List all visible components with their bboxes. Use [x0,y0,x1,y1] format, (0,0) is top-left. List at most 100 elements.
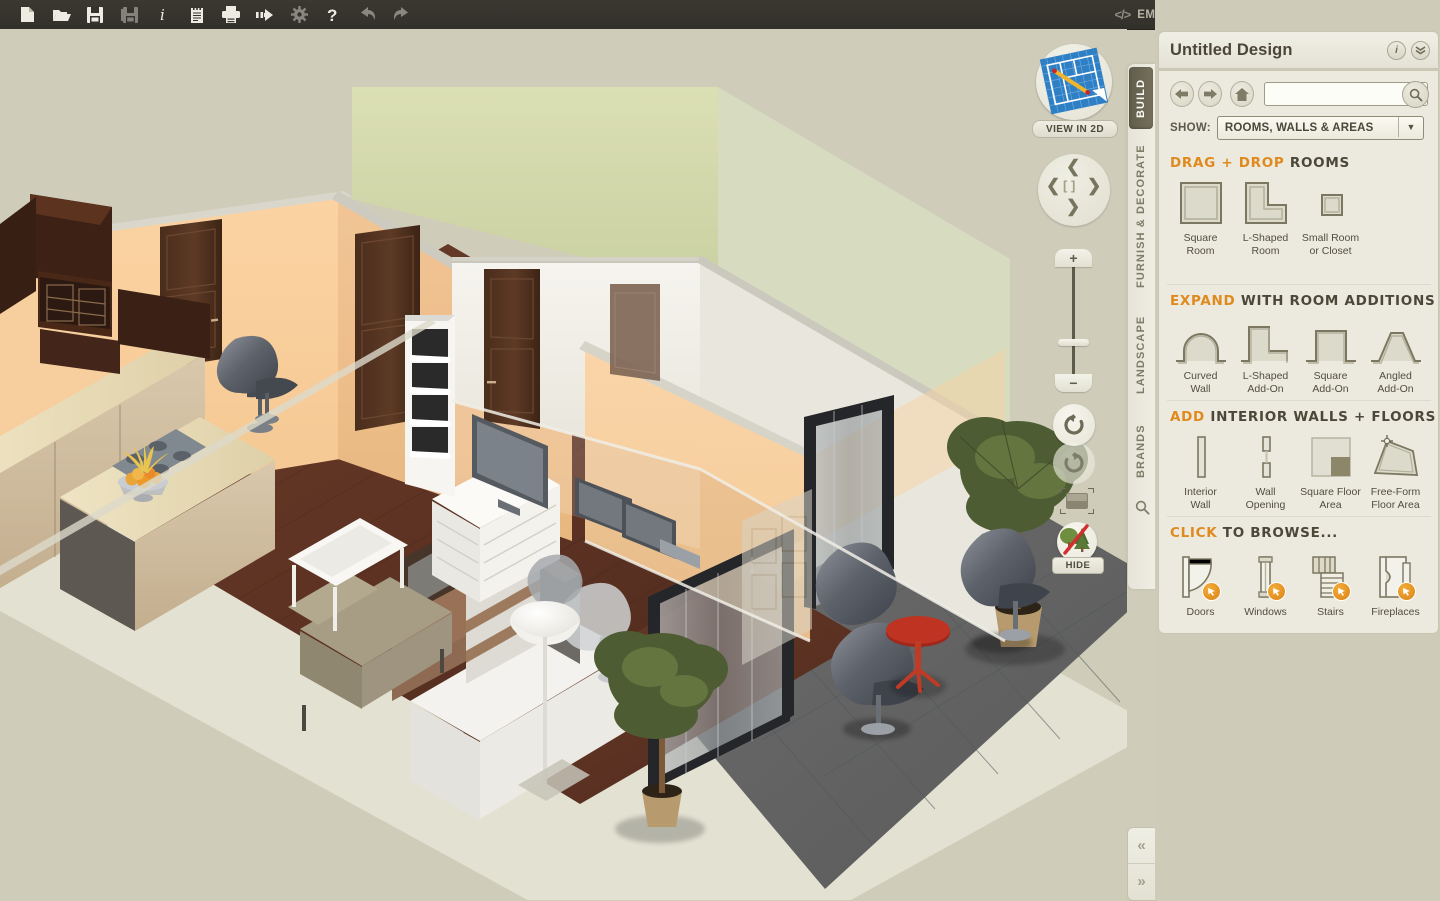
chevron-down-icon[interactable]: ▼ [1397,117,1423,137]
vtab-furnish-decorate[interactable]: FURNISH & DECORATE [1128,132,1154,300]
item-stairs[interactable]: Stairs [1298,549,1363,619]
browse-arrow-badge[interactable] [1266,582,1286,601]
arrow-right-icon [1204,89,1218,99]
rotate-counterclockwise-button[interactable] [1053,404,1095,446]
angled-add-on-icon [1367,317,1425,365]
vtab-landscape[interactable]: LANDSCAPE [1128,300,1154,410]
item-free-form-floor-area[interactable]: Free-Form Floor Area [1363,433,1428,512]
item-square-add-on[interactable]: Square Add-On [1298,317,1363,396]
item-curved-wall[interactable]: Curved Wall [1168,317,1233,396]
zoom-slider-track[interactable] [1072,256,1075,388]
view-in-2d-label[interactable]: VIEW IN 2D [1032,120,1118,138]
undo-icon[interactable] [350,1,384,28]
cursor-arrow-icon [1272,588,1280,596]
panel-search-button[interactable] [1128,492,1156,522]
section-click-to-browse: CLICK TO BROWSE... Doors Windows Stairs … [1159,525,1438,619]
item-windows[interactable]: Windows [1233,549,1298,619]
save-icon[interactable] [78,1,112,28]
zoom-slider-handle[interactable] [1058,339,1089,346]
item-interior-wall[interactable]: Interior Wall [1168,433,1233,512]
section-title-rest: INTERIOR WALLS + FLOORS [1204,409,1436,425]
panel-search-box[interactable] [1264,81,1429,108]
caption-line: Floor Area [1371,499,1420,511]
browse-arrow-badge[interactable] [1396,582,1416,601]
panel-search-input[interactable] [1269,85,1414,104]
rotate-clockwise-button[interactable] [1053,442,1095,484]
section-title-highlight: DRAG + DROP [1170,155,1285,171]
vtab-build[interactable]: BUILD [1129,67,1153,129]
item-l-shaped-add-on[interactable]: L-Shaped Add-On [1233,317,1298,396]
hide-label[interactable]: HIDE [1052,557,1104,574]
settings-gear-icon[interactable] [282,1,316,28]
browse-arrow-badge[interactable] [1331,582,1351,601]
panel-vertical-tabs: BUILD FURNISH & DECORATE LANDSCAPE BRAND… [1127,63,1156,590]
item-caption: Doors [1186,606,1214,619]
hide-plants-icon [1060,524,1090,555]
search-icon [1135,500,1150,515]
section-drag-drop-rooms: DRAG + DROP ROOMS Square Room L-Shaped R… [1159,155,1438,258]
print-icon[interactable] [214,1,248,28]
item-caption: Wall Opening [1246,486,1286,512]
help-icon[interactable]: ? [316,1,350,28]
section-items-rooms: Square Room L-Shaped Room Small Room or … [1159,179,1438,258]
caption-line: Wall [1255,486,1276,498]
pan-left-arrow[interactable]: ❮ [1046,176,1060,196]
item-caption: Fireplaces [1371,606,1419,619]
item-small-room-or-closet[interactable]: Small Room or Closet [1298,179,1363,258]
zoom-in-button[interactable]: + [1055,249,1092,267]
redo-icon[interactable] [384,1,418,28]
section-divider [1167,284,1431,285]
hide-landscape-button[interactable] [1057,522,1097,562]
floor-selector-button[interactable] [1059,487,1095,515]
item-angled-add-on[interactable]: Angled Add-On [1363,317,1428,396]
new-document-icon[interactable] [10,1,44,28]
collapse-right-button[interactable]: » [1128,864,1155,899]
caption-line: Wall [1190,499,1211,511]
stairs-icon [1305,549,1357,601]
free-form-floor-area-icon [1369,433,1423,481]
item-l-shaped-room[interactable]: L-Shaped Room [1233,179,1298,258]
item-wall-opening[interactable]: Wall Opening [1233,433,1298,512]
item-doors[interactable]: Doors [1168,549,1233,619]
chevron-double-down-icon [1415,45,1426,55]
item-fireplaces[interactable]: Fireplaces [1363,549,1428,619]
pan-right-arrow[interactable]: ❯ [1087,176,1101,196]
section-divider [1167,400,1431,401]
open-folder-icon[interactable] [44,1,78,28]
caption-line: Curved [1183,370,1218,382]
caption-line: Interior [1184,486,1217,498]
nav-home-button[interactable] [1230,81,1255,107]
panel-collapse-button[interactable] [1411,40,1430,60]
svg-text:?: ? [327,6,337,24]
recenter-button[interactable]: [ ] [1063,178,1075,193]
pan-down-arrow[interactable]: ❮ [1066,198,1080,218]
show-label: SHOW: [1170,122,1211,134]
view-in-2d-button[interactable] [1036,44,1112,120]
caption-line: Doors [1186,606,1215,618]
panel-info-button[interactable]: i [1387,40,1406,60]
caption-line: Wall [1190,383,1211,395]
item-square-room[interactable]: Square Room [1168,179,1233,258]
notes-icon[interactable] [180,1,214,28]
save-as-icon[interactable] [112,1,146,28]
item-square-floor-area[interactable]: Square Floor Area [1298,433,1363,512]
caption-line: Square [1313,370,1348,382]
nav-back-button[interactable] [1170,81,1195,107]
item-caption: Square Floor Area [1300,486,1361,512]
collapse-left-button[interactable]: « [1128,828,1155,864]
nav-forward-button[interactable] [1198,81,1223,107]
pan-dpad[interactable]: ❮ ❮ ❮ ❯ [ ] [1038,154,1110,226]
section-items-walls-floors: Interior Wall Wall Opening Square Floor … [1159,433,1438,512]
panel-search-submit[interactable] [1402,81,1429,108]
export-icon[interactable] [248,1,282,28]
info-icon[interactable]: i [146,1,180,28]
right-panel: Untitled Design i SHOW: ROOMS, WALLS & A… [1155,0,1440,900]
arrow-left-icon [1175,89,1189,99]
zoom-out-button[interactable]: − [1055,374,1092,392]
vtab-brands[interactable]: BRANDS [1128,410,1154,492]
design-3d-viewport[interactable]: VIEW IN 2D ❮ ❮ ❮ ❯ [ ] + − HIDE [0,29,1127,900]
browse-arrow-badge[interactable] [1201,582,1221,601]
show-select[interactable]: ROOMS, WALLS & AREAS ▼ [1216,116,1424,140]
pan-up-arrow[interactable]: ❮ [1066,157,1080,177]
item-caption: Square Room [1184,232,1218,258]
